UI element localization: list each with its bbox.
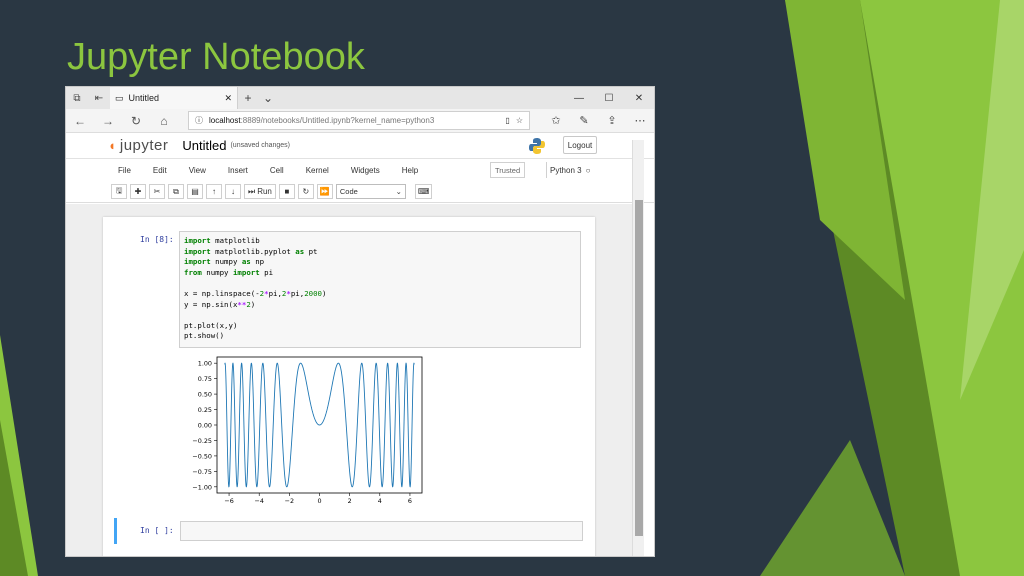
address-bar: ← → ↻ ⌂ ⓘ localhost:8889/notebooks/Untit…	[66, 109, 654, 133]
menu-widgets[interactable]: Widgets	[351, 166, 380, 175]
cell-prompt: In [ ]:	[140, 526, 174, 535]
chevron-down-icon: ⌄	[395, 187, 402, 196]
x-tick-label: −2	[285, 497, 294, 505]
restart-run-all-icon[interactable]: ⏩	[316, 184, 333, 199]
python-logo-icon	[529, 138, 545, 154]
set-aside-tabs-icon[interactable]: ⇤	[88, 87, 110, 109]
x-tick-label: −4	[254, 497, 263, 505]
y-tick-label: 0.50	[198, 391, 212, 399]
menu-view[interactable]: View	[189, 166, 206, 175]
insert-cell-icon[interactable]: ✚	[130, 184, 146, 199]
y-tick-label: −1.00	[192, 483, 212, 491]
cell-prompt: In [8]:	[140, 235, 174, 244]
code-line: import matplotlib.pyplot as pt	[184, 246, 318, 256]
jupyter-toolbar: 🖫 ✚ ✂ ⧉ ▤ ↑ ↓ ⏭ Run ■ ↻ ⏩ Code ⌄ ⌨	[66, 181, 654, 203]
output-plot: 1.00 0.75 0.50 0.25 0.00 −0.25 −0.50 −0.75 −1.00…	[192, 356, 423, 505]
notebook-container: In [8]: import matplotlib import matplot…	[103, 217, 595, 556]
y-tick-label: −0.75	[192, 468, 212, 476]
x-tick-label: −6	[224, 497, 233, 505]
menu-cell[interactable]: Cell	[270, 166, 284, 175]
jupyter-orbit-icon: ◖	[108, 138, 116, 153]
new-tab-icon[interactable]: +	[238, 91, 258, 105]
code-line: import matplotlib	[184, 236, 260, 245]
paste-icon[interactable]: ▤	[187, 184, 203, 199]
menu-edit[interactable]: Edit	[153, 166, 167, 175]
menu-kernel[interactable]: Kernel	[306, 166, 329, 175]
scrollbar-thumb[interactable]	[635, 200, 643, 536]
tab-actions-icon[interactable]: ⧉	[66, 87, 88, 109]
save-icon[interactable]: 🖫	[111, 184, 127, 199]
page-scrollbar[interactable]	[632, 140, 644, 556]
code-line: x = np.linspace(-2*pi,2*pi,2000)	[184, 288, 327, 298]
empty-cell-editor[interactable]	[180, 521, 583, 541]
restart-icon[interactable]: ↻	[297, 184, 314, 199]
close-tab-icon[interactable]: ✕	[224, 93, 232, 104]
run-icon: ⏭	[248, 186, 256, 196]
y-tick-label: 1.00	[198, 360, 212, 368]
move-down-icon[interactable]: ↓	[225, 184, 241, 199]
more-options-icon[interactable]: ⋯	[626, 114, 654, 127]
reading-view-icon[interactable]: ▯	[505, 116, 509, 125]
forward-icon[interactable]: →	[94, 114, 122, 128]
notes-pen-icon[interactable]: ✎	[570, 114, 598, 127]
jupyter-header: ◖ jupyter Untitled (unsaved changes) Log…	[66, 133, 654, 159]
close-window-icon[interactable]: ✕	[624, 93, 654, 104]
cell-type-select[interactable]: Code ⌄	[335, 184, 406, 199]
code-line: pt.show()	[184, 331, 225, 341]
x-tick-label: 0	[317, 497, 321, 505]
empty-code-cell[interactable]: In [ ]:	[114, 518, 587, 544]
y-tick-label: 0.00	[198, 422, 212, 430]
save-status: (unsaved changes)	[230, 142, 291, 149]
favorites-icon[interactable]: ✩	[542, 114, 570, 127]
url-field[interactable]: ⓘ localhost:8889/notebooks/Untitled.ipyn…	[188, 111, 530, 130]
y-tick-label: −0.25	[192, 437, 212, 445]
code-cell-editor[interactable]: import matplotlib import matplotlib.pypl…	[179, 231, 581, 348]
x-tick-label: 6	[408, 497, 412, 505]
back-icon[interactable]: ←	[66, 114, 94, 128]
logout-button[interactable]: Logout	[563, 136, 597, 154]
menu-insert[interactable]: Insert	[228, 166, 248, 175]
slide-title: Jupyter Notebook	[67, 36, 365, 78]
run-button[interactable]: ⏭ Run	[244, 184, 276, 199]
jupyter-menubar: File Edit View Insert Cell Kernel Widget…	[66, 159, 654, 181]
code-line: y = np.sin(x**2)	[184, 299, 256, 309]
kernel-indicator[interactable]: Python 3 ○	[546, 162, 593, 178]
interrupt-icon[interactable]: ■	[278, 184, 295, 199]
code-line: import numpy as np	[184, 257, 265, 267]
notebook-title[interactable]: Untitled	[182, 138, 226, 153]
share-icon[interactable]: ⇪	[598, 114, 626, 127]
kernel-name: Python 3	[550, 165, 582, 175]
home-icon[interactable]: ⌂	[150, 114, 178, 128]
tab-preview-chevron-icon[interactable]: ⌄	[258, 91, 278, 105]
favorite-star-icon[interactable]: ☆	[516, 116, 523, 125]
y-tick-label: 0.75	[198, 375, 212, 383]
move-up-icon[interactable]: ↑	[206, 184, 222, 199]
info-icon[interactable]: ⓘ	[195, 115, 203, 126]
jupyter-logo[interactable]: ◖ jupyter	[108, 137, 168, 154]
y-tick-label: −0.50	[192, 452, 212, 460]
menu-help[interactable]: Help	[402, 166, 418, 175]
code-line: from numpy import pi	[184, 267, 274, 277]
menu-file[interactable]: File	[118, 166, 131, 175]
url-text[interactable]: localhost:8889/notebooks/Untitled.ipynb?…	[209, 116, 499, 125]
minimize-icon[interactable]: —	[564, 93, 594, 104]
tab-bar: ⧉ ⇤ ▭ Untitled ✕ + ⌄ — ☐ ✕	[66, 87, 654, 109]
y-tick-label: 0.25	[198, 406, 212, 414]
maximize-icon[interactable]: ☐	[594, 93, 624, 104]
cut-icon[interactable]: ✂	[149, 184, 165, 199]
x-tick-label: 4	[378, 497, 382, 505]
copy-icon[interactable]: ⧉	[168, 184, 184, 199]
page-icon: ▭	[115, 92, 124, 103]
browser-window: ⧉ ⇤ ▭ Untitled ✕ + ⌄ — ☐ ✕ ← → ↻ ⌂ ⓘ loc…	[65, 86, 655, 557]
tab-label: Untitled	[128, 93, 160, 103]
x-tick-label: 2	[348, 497, 352, 505]
browser-tab[interactable]: ▭ Untitled ✕	[110, 87, 238, 109]
kernel-idle-icon: ○	[585, 165, 591, 175]
command-palette-icon[interactable]: ⌨	[414, 184, 433, 199]
notebook-area: In [8]: import matplotlib import matplot…	[66, 204, 632, 556]
trusted-indicator[interactable]: Trusted	[490, 162, 526, 178]
code-line: pt.plot(x,y)	[184, 320, 238, 330]
refresh-icon[interactable]: ↻	[122, 114, 150, 128]
